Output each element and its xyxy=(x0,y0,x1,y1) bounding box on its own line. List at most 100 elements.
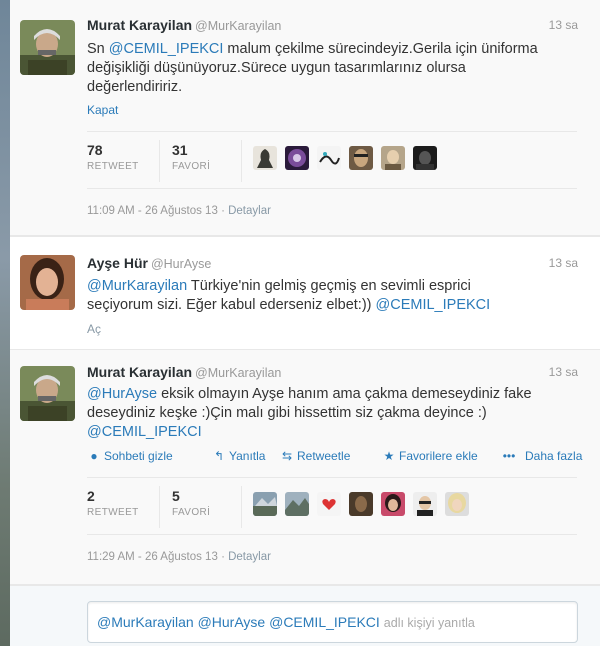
more-button[interactable]: ••• Daha fazla xyxy=(502,449,583,463)
author-handle[interactable]: @MurKarayilan xyxy=(195,19,281,33)
tweet-text-line: @CEMIL_IPEKCI xyxy=(87,423,567,442)
tweet-time[interactable]: 13 sa xyxy=(549,365,578,379)
tweet-stats: 78 RETWEET 31 FAVORİ xyxy=(87,131,577,189)
action-label: Favorilere ekle xyxy=(399,449,478,463)
mention-link[interactable]: @HurAyse xyxy=(87,386,157,402)
timestamp[interactable]: 11:29 AM - 26 Ağustos 13 xyxy=(87,551,218,563)
retweet-label: RETWEET xyxy=(87,161,139,172)
text-segment: Sn xyxy=(87,41,109,57)
author-handle[interactable]: @MurKarayilan xyxy=(195,366,281,380)
favoriter-avatar[interactable] xyxy=(413,146,437,170)
tweet-text-line: @MurKarayilan Türkiye'nin gelmiş geçmiş … xyxy=(87,277,567,296)
divider xyxy=(159,486,160,528)
action-label: Retweetle xyxy=(297,449,351,463)
reply-button[interactable]: ↰ Yanıtla xyxy=(212,449,266,463)
author-name[interactable]: Murat Karayilan @MurKarayilan xyxy=(87,17,281,33)
reply-arrow-icon: ↰ xyxy=(213,449,225,463)
avatar-image xyxy=(20,366,75,421)
retweet-icon: ⇆ xyxy=(281,449,293,463)
favorite-label: FAVORİ xyxy=(172,161,211,172)
favoriter-avatar[interactable] xyxy=(317,146,341,170)
divider xyxy=(241,140,242,182)
favoriter-avatar[interactable] xyxy=(285,492,309,516)
tweet-text: Sn @CEMIL_IPEKCI malum çekilme sürecinde… xyxy=(87,40,567,97)
mention-link[interactable]: @CEMIL_IPEKCI xyxy=(87,424,202,440)
star-icon: ★ xyxy=(383,449,395,463)
tweet-text-line: değişikliği düşünüyoruz.Sürece uygun tas… xyxy=(87,60,466,76)
tweet-meta: 11:09 AM - 26 Ağustos 13 · Detaylar xyxy=(87,205,271,217)
favoriter-avatar[interactable] xyxy=(349,146,373,170)
divider xyxy=(159,140,160,182)
avatar[interactable] xyxy=(20,255,75,310)
tweet-text-line: değerlendiririz. xyxy=(87,79,183,95)
mention-link[interactable]: @CEMIL_IPEKCI xyxy=(109,41,224,57)
retweet-count[interactable]: 2 RETWEET xyxy=(87,488,139,518)
favoriter-avatar[interactable] xyxy=(349,492,373,516)
tweet-1[interactable]: Murat Karayilan @MurKarayilan 13 sa Sn @C… xyxy=(10,0,600,236)
speech-bubble-icon: ● xyxy=(90,449,98,463)
author-display-name[interactable]: Murat Karayilan xyxy=(87,17,192,33)
favoriter-avatar[interactable] xyxy=(285,146,309,170)
favorite-count[interactable]: 5 FAVORİ xyxy=(172,488,210,518)
retweet-count[interactable]: 78 RETWEET xyxy=(87,142,139,172)
favorite-number: 31 xyxy=(172,142,188,158)
tweet-time[interactable]: 13 sa xyxy=(549,256,578,270)
tweet-text-line: Sn @CEMIL_IPEKCI malum çekilme sürecinde… xyxy=(87,40,567,59)
action-label: Sohbeti gizle xyxy=(104,449,173,463)
author-name[interactable]: Murat Karayilan @MurKarayilan xyxy=(87,364,281,380)
favorite-label: FAVORİ xyxy=(172,507,211,518)
reply-input[interactable]: @MurKarayilan @HurAyse @CEMIL_IPEKCI adlı… xyxy=(87,601,578,643)
collapse-link[interactable]: Kapat xyxy=(87,103,118,117)
tweet-2[interactable]: Ayşe Hür @HurAyse 13 sa @MurKarayilan Tür… xyxy=(10,236,600,350)
text-segment: Türkiye'nin gelmiş geçmiş en sevimli esp… xyxy=(187,278,471,294)
reply-mentions: @MurKarayilan @HurAyse @CEMIL_IPEKCI xyxy=(97,614,380,630)
favoriter-avatar[interactable] xyxy=(253,492,277,516)
author-display-name[interactable]: Ayşe Hür xyxy=(87,255,148,271)
timestamp[interactable]: 11:09 AM - 26 Ağustos 13 xyxy=(87,205,218,217)
tweet-meta: 11:29 AM - 26 Ağustos 13 · Detaylar xyxy=(87,551,271,563)
favoriter-avatar[interactable] xyxy=(445,492,469,516)
favoriter-avatar[interactable] xyxy=(413,492,437,516)
author-name[interactable]: Ayşe Hür @HurAyse xyxy=(87,255,211,271)
text-segment: eksik olmayın Ayşe hanım ama çakma demes… xyxy=(157,386,532,402)
hide-conversation-button[interactable]: ● Sohbeti gizle xyxy=(87,449,173,463)
tweet-stats: 2 RETWEET 5 FAVORİ xyxy=(87,477,577,535)
avatar[interactable] xyxy=(20,366,75,421)
retweet-number: 78 xyxy=(87,142,103,158)
favorite-number: 5 xyxy=(172,488,180,504)
more-dots-icon: ••• xyxy=(502,449,516,463)
mention-link[interactable]: @MurKarayilan xyxy=(87,278,187,294)
details-link[interactable]: Detaylar xyxy=(228,551,271,563)
tweet-text-line: @HurAyse eksik olmayın Ayşe hanım ama ça… xyxy=(87,385,567,404)
details-link[interactable]: Detaylar xyxy=(228,205,271,217)
action-label: Daha fazla xyxy=(525,449,583,463)
divider xyxy=(241,486,242,528)
text-segment: malum çekilme sürecindeyiz.Gerila için ü… xyxy=(223,41,538,57)
tweet-text: @HurAyse eksik olmayın Ayşe hanım ama ça… xyxy=(87,385,567,442)
retweet-label: RETWEET xyxy=(87,507,139,518)
avatar-image xyxy=(20,255,75,310)
favorite-count[interactable]: 31 FAVORİ xyxy=(172,142,210,172)
favorite-button[interactable]: ★ Favorilere ekle xyxy=(382,449,478,463)
expand-link[interactable]: Aç xyxy=(87,322,101,336)
author-display-name[interactable]: Murat Karayilan xyxy=(87,364,192,380)
avatar[interactable] xyxy=(20,20,75,75)
tweet-text: @MurKarayilan Türkiye'nin gelmiş geçmiş … xyxy=(87,277,567,315)
text-segment: seçiyorum sizi. Eğer kabul ederseniz elb… xyxy=(87,297,376,313)
tweet-text-line: deseydiniz keşke :)Çin malı gibi hissett… xyxy=(87,405,487,421)
action-label: Yanıtla xyxy=(229,449,266,463)
tweet-text-line: seçiyorum sizi. Eğer kabul ederseniz elb… xyxy=(87,296,567,315)
retweet-button[interactable]: ⇆ Retweetle xyxy=(280,449,350,463)
tweet-time[interactable]: 13 sa xyxy=(549,18,578,32)
reply-placeholder: adlı kişiyi yanıtla xyxy=(383,616,475,630)
author-handle[interactable]: @HurAyse xyxy=(151,257,211,271)
favoriter-avatar[interactable] xyxy=(317,492,341,516)
favoriter-avatar[interactable] xyxy=(253,146,277,170)
favoriter-avatar[interactable] xyxy=(381,492,405,516)
tweet-3[interactable]: Murat Karayilan @MurKarayilan 13 sa @HurA… xyxy=(10,350,600,585)
favoriter-avatar[interactable] xyxy=(381,146,405,170)
retweet-number: 2 xyxy=(87,488,95,504)
avatar-image xyxy=(20,20,75,75)
tweet-conversation-panel: Murat Karayilan @MurKarayilan 13 sa Sn @C… xyxy=(10,0,600,646)
mention-link[interactable]: @CEMIL_IPEKCI xyxy=(376,297,491,313)
